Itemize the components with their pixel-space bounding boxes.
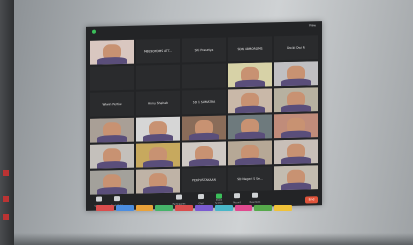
share-screen-button[interactable]: Share Screen [212, 192, 226, 205]
projected-screen: View M8E9OFDMS ATT... Siti Prasetya SDN 48… [86, 21, 322, 211]
participant-clothing [280, 104, 312, 113]
participant-clothing [280, 182, 312, 191]
participant-name: PERPUSTAKAAN [192, 177, 216, 182]
record-button[interactable]: Record [230, 192, 244, 204]
participant-clothing [142, 185, 174, 194]
participant-tile[interactable]: SD 1 SUMATRA [182, 89, 226, 115]
participant-clothing [280, 156, 312, 165]
participant-tile[interactable] [182, 63, 226, 89]
participant-clothing [280, 130, 312, 139]
participant-clothing [96, 186, 128, 195]
participant-tile[interactable] [228, 88, 272, 114]
participant-tile[interactable] [90, 39, 134, 65]
taskbar-app-icon [96, 205, 114, 211]
participant-clothing [142, 159, 174, 168]
taskbar [96, 205, 292, 211]
participant-name: Wiwin Pertiw [102, 101, 122, 107]
participant-tile[interactable] [228, 140, 272, 166]
end-button[interactable]: End [305, 196, 318, 204]
participant-clothing [96, 56, 128, 65]
floor-shadow [14, 233, 413, 245]
participant-name: SD 1 SUMATRA [192, 99, 216, 104]
taskbar-app-icon [155, 205, 174, 211]
participant-clothing [96, 134, 128, 143]
taskbar-app-icon [274, 205, 292, 211]
participant-tile[interactable] [274, 113, 318, 139]
participant-tile[interactable] [136, 142, 180, 168]
security-shield-icon [92, 29, 96, 34]
participant-clothing [188, 158, 220, 167]
participant-clothing [280, 78, 312, 87]
red-marker [3, 170, 9, 176]
red-marker [3, 214, 9, 220]
chat-icon [198, 194, 204, 200]
participant-clothing [234, 105, 266, 114]
taskbar-app-icon [234, 205, 253, 211]
participant-tile[interactable] [228, 114, 272, 140]
participant-tile[interactable] [136, 64, 180, 90]
participant-tile[interactable] [90, 169, 134, 195]
participant-tile[interactable]: SDN 48MOROMS [228, 36, 272, 62]
chat-button[interactable]: Chat [194, 193, 208, 205]
participant-tile[interactable] [136, 168, 180, 194]
participants-button[interactable]: Participants [172, 193, 186, 206]
control-label: Reactions [249, 200, 261, 204]
participant-name: Dwiki Dwi R [287, 45, 305, 50]
participant-tile[interactable] [90, 143, 134, 169]
participant-name: SD Negeri S Se... [237, 176, 263, 181]
control-label: Record [233, 201, 241, 205]
participant-clothing [96, 160, 128, 169]
participant-tile[interactable]: Siti Prasetya [182, 37, 226, 63]
participant-tile[interactable] [274, 61, 318, 87]
participant-tile[interactable]: PERPUSTAKAAN [182, 167, 226, 193]
participant-tile[interactable] [274, 165, 318, 191]
participant-tile[interactable]: M8E9OFDMS ATT... [136, 38, 180, 64]
participant-tile[interactable] [90, 65, 134, 91]
participant-tile[interactable]: Dwiki Dwi R [274, 35, 318, 61]
participants-icon [176, 194, 182, 200]
participant-name: SDN 48MOROMS [237, 46, 263, 51]
taskbar-app-icon [135, 205, 154, 211]
red-marker [3, 196, 9, 202]
taskbar-app-icon [214, 205, 233, 211]
participant-tile[interactable] [228, 62, 272, 88]
participant-tile[interactable] [274, 87, 318, 113]
participant-clothing [234, 157, 266, 166]
reactions-icon [252, 192, 258, 198]
participant-clothing [188, 132, 220, 141]
participant-tile[interactable]: SD Negeri S Se... [228, 166, 272, 192]
participant-clothing [234, 79, 266, 88]
control-label: Share Screen [215, 198, 223, 205]
photo-frame: View M8E9OFDMS ATT... Siti Prasetya SDN 48… [0, 0, 413, 245]
participant-name: Siti Prasetya [194, 47, 214, 52]
taskbar-app-icon [115, 205, 134, 211]
reactions-button[interactable]: Reactions [248, 192, 262, 204]
taskbar-app-icon [175, 205, 193, 211]
participant-tile[interactable] [90, 117, 134, 143]
participant-tile[interactable] [182, 141, 226, 167]
mic-icon [96, 196, 102, 202]
taskbar-app-icon [254, 205, 273, 211]
video-icon [114, 196, 120, 202]
participant-grid: M8E9OFDMS ATT... Siti Prasetya SDN 48MOROM… [90, 35, 318, 195]
left-wall-edge [0, 0, 14, 245]
taskbar-app-icon [194, 205, 213, 211]
participant-name: Annu Shahab [148, 100, 168, 105]
participant-clothing [142, 133, 174, 142]
view-button[interactable]: View [309, 23, 316, 27]
participant-tile[interactable] [136, 116, 180, 142]
participant-tile[interactable] [274, 139, 318, 165]
participant-clothing [234, 131, 266, 140]
record-icon [234, 193, 240, 199]
participant-name: M8E9OFDMS ATT... [143, 48, 173, 54]
participant-tile[interactable] [182, 115, 226, 141]
participant-tile[interactable]: Annu Shahab [136, 90, 180, 116]
participant-tile[interactable]: Wiwin Pertiw [90, 91, 134, 117]
